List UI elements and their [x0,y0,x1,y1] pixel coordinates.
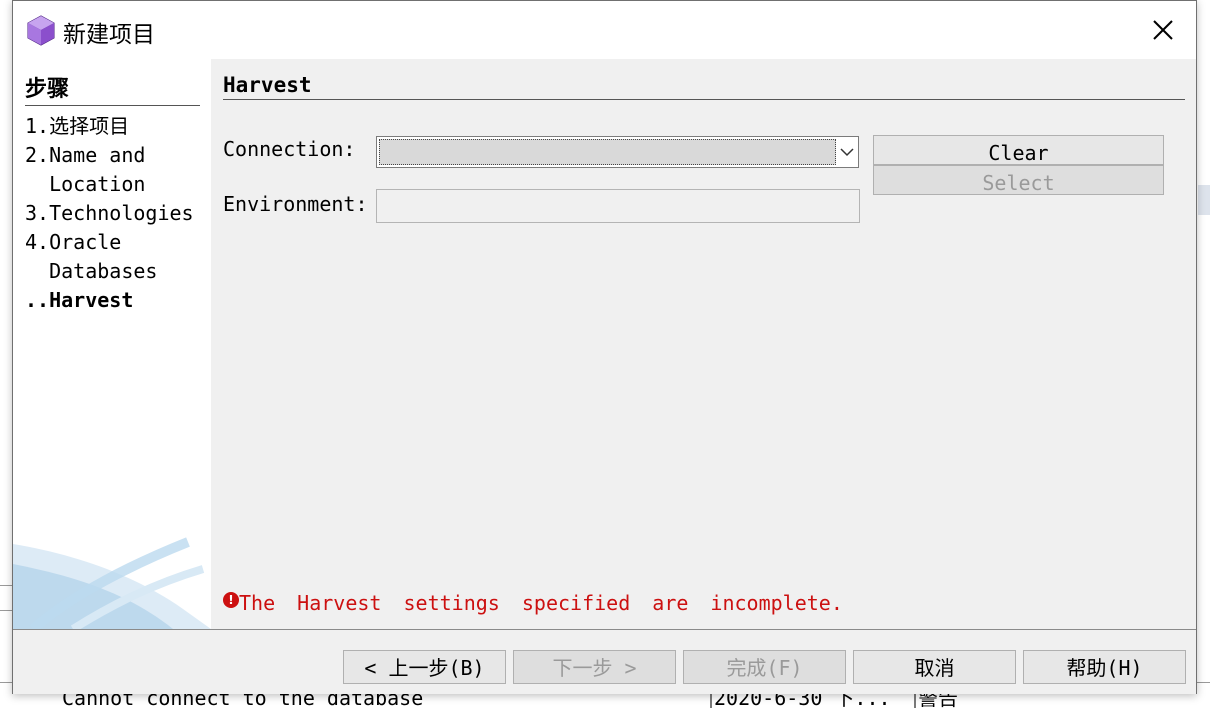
close-icon [1153,20,1173,40]
error-icon: ! [223,592,239,608]
select-button[interactable]: Select [873,165,1164,195]
new-project-dialog: 新建项目 步骤 1.选择项目 2.Name and Location 3.Tec… [12,0,1197,694]
error-text: The Harvest settings specified are incom… [239,591,843,615]
environment-field[interactable] [376,189,860,223]
step-choose-project: 1.选择项目 [25,114,130,138]
step-technologies: 3.Technologies [25,201,194,225]
steps-panel: 步骤 1.选择项目 2.Name and Location 3.Technolo… [13,59,211,629]
dialog-footer: < 上一步(B) 下一步 > 完成(F) 取消 帮助(H) [13,629,1196,694]
project-cube-icon [27,15,55,46]
finish-button[interactable]: 完成(F) [683,650,846,684]
wizard-decoration-art [13,537,211,629]
step-name-location: 2.Name and Location [25,143,146,196]
back-button[interactable]: < 上一步(B) [343,650,506,684]
cancel-button[interactable]: 取消 [853,650,1016,684]
validation-message: ! The Harvest settings specified are inco… [223,591,843,615]
environment-label: Environment: [223,192,368,216]
harvest-panel: Harvest Connection: Environment: Clear S… [211,59,1196,629]
connection-selected-value [379,139,836,165]
step-oracle-databases: 4.Oracle Databases [25,230,158,283]
close-button[interactable] [1148,15,1178,45]
dialog-title: 新建项目 [63,22,155,48]
background-divider [0,585,12,586]
background-panel-edge [1198,185,1210,215]
dialog-titlebar: 新建项目 [13,1,1196,59]
connection-combobox[interactable] [376,136,859,168]
step-harvest-current: ..Harvest [25,288,134,312]
harvest-title: Harvest [223,73,1185,100]
help-button[interactable]: 帮助(H) [1023,650,1186,684]
connection-label: Connection: [223,137,356,161]
next-button[interactable]: 下一步 > [513,650,676,684]
background-divider [0,610,12,611]
clear-button[interactable]: Clear [873,135,1164,165]
chevron-down-icon[interactable] [838,139,856,165]
steps-title: 步骤 [25,71,200,106]
